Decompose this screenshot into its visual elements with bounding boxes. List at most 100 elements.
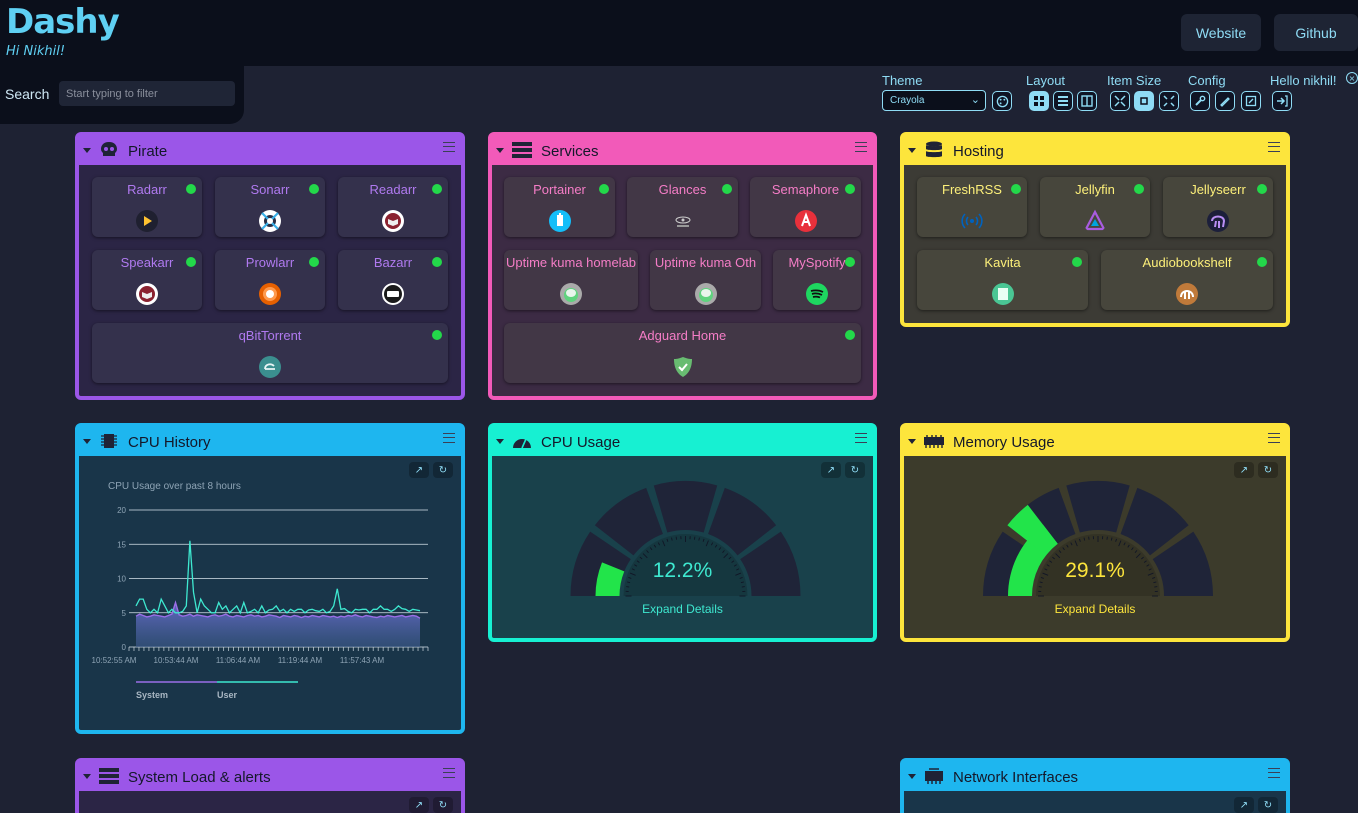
item-uptime-kuma-homelab[interactable]: Uptime kuma homelab [504, 250, 638, 310]
item-portainer[interactable]: Portainer [504, 177, 615, 237]
section-header[interactable]: Network Interfaces [904, 762, 1286, 791]
pencil-icon[interactable] [1215, 91, 1235, 111]
section-menu-icon[interactable] [1268, 433, 1280, 443]
section-header[interactable]: Memory Usage [904, 427, 1286, 456]
size-large-icon[interactable] [1159, 91, 1179, 111]
section-header[interactable]: CPU History [79, 427, 461, 456]
x-tick-label: 11:19:44 AM [278, 656, 323, 665]
collapse-icon[interactable] [83, 439, 91, 444]
item-kavita[interactable]: Kavita [917, 250, 1088, 310]
github-link[interactable]: Github [1274, 14, 1358, 51]
item-bazarr[interactable]: Bazarr [338, 250, 448, 310]
open-external-icon[interactable]: ↗ [409, 797, 429, 813]
edit-config-icon[interactable] [1241, 91, 1261, 111]
section-title: Network Interfaces [953, 769, 1079, 786]
item-glances[interactable]: Glances [627, 177, 738, 237]
status-dot [309, 257, 319, 267]
item-audiobookshelf[interactable]: Audiobookshelf [1101, 250, 1273, 310]
jellyfin-icon [1084, 209, 1106, 231]
refresh-icon[interactable]: ↻ [433, 797, 453, 813]
refresh-icon[interactable]: ↻ [1258, 797, 1278, 813]
widget-tools: ↗ ↻ [409, 797, 453, 813]
y-tick-label: 15 [117, 540, 126, 549]
item-qbittorrent[interactable]: qBitTorrent [92, 323, 448, 383]
website-link[interactable]: Website [1181, 14, 1261, 51]
status-dot [1257, 184, 1267, 194]
item-readarr[interactable]: Readarr [338, 177, 448, 237]
wrench-icon[interactable] [1190, 91, 1210, 111]
radarr-icon [136, 210, 158, 232]
jellyseerr-icon [1207, 210, 1229, 232]
theme-select[interactable]: Crayola ⌄ [882, 90, 986, 111]
size-small-icon[interactable] [1110, 91, 1130, 111]
search-input[interactable] [59, 81, 235, 106]
collapse-icon[interactable] [908, 439, 916, 444]
section-memory-usage: Memory Usage ↗ ↻ 29.1% Expand Details [900, 423, 1290, 642]
section-menu-icon[interactable] [855, 433, 867, 443]
section-header[interactable]: Pirate [79, 136, 461, 165]
logout-icon[interactable] [1272, 91, 1292, 111]
section-menu-icon[interactable] [443, 768, 455, 778]
item-speakarr[interactable]: Speakarr [92, 250, 202, 310]
section-menu-icon[interactable] [443, 433, 455, 443]
section-menu-icon[interactable] [1268, 142, 1280, 152]
status-dot [845, 184, 855, 194]
search-bar: Search [0, 66, 244, 124]
glances-icon [675, 216, 690, 227]
item-myspotify[interactable]: MySpotify [773, 250, 861, 310]
layout-auto-icon[interactable] [1029, 91, 1049, 111]
section-network: Network Interfaces ↗ ↻ [900, 758, 1290, 813]
item-jellyseerr[interactable]: Jellyseerr [1163, 177, 1273, 237]
top-bar: Dashy Hi Nikhil! Website Github [0, 0, 1358, 66]
section-header[interactable]: Services [492, 136, 873, 165]
kavita-icon [991, 283, 1014, 305]
collapse-icon[interactable] [496, 439, 504, 444]
config-label: Config [1188, 73, 1226, 88]
x-tick-label: 11:57:43 AM [340, 656, 385, 665]
legend-label[interactable]: User [217, 690, 238, 700]
section-title: CPU Usage [541, 434, 621, 451]
item-adguard-home[interactable]: Adguard Home [504, 323, 861, 383]
item-radarr[interactable]: Radarr [92, 177, 202, 237]
close-icon[interactable]: × [1346, 72, 1358, 84]
semaphore-icon [794, 210, 817, 232]
item-sonarr[interactable]: Sonarr [215, 177, 325, 237]
item-uptime-kuma-other[interactable]: Uptime kuma Oth [650, 250, 761, 310]
status-dot [432, 257, 442, 267]
gauge-segment [1066, 481, 1130, 533]
server-icon [99, 768, 119, 784]
status-dot [1257, 257, 1267, 267]
open-external-icon[interactable]: ↗ [1234, 797, 1254, 813]
size-medium-icon[interactable] [1134, 91, 1154, 111]
expand-details-link[interactable]: Expand Details [904, 602, 1286, 616]
qbittorrent-icon [259, 356, 281, 378]
item-freshrss[interactable]: FreshRSS [917, 177, 1027, 237]
layout-columns-icon[interactable] [1077, 91, 1097, 111]
section-menu-icon[interactable] [443, 142, 455, 152]
item-label: qBitTorrent [238, 328, 302, 343]
collapse-icon[interactable] [908, 774, 916, 779]
section-header[interactable]: Hosting [904, 136, 1286, 165]
item-label: Uptime kuma Oth [654, 255, 757, 270]
section-services: Services Portainer Glances Semaphore Upt… [488, 132, 877, 400]
section-header[interactable]: System Load & alerts [79, 762, 461, 791]
item-prowlarr[interactable]: Prowlarr [215, 250, 325, 310]
app-title[interactable]: Dashy [6, 2, 120, 42]
collapse-icon[interactable] [83, 774, 91, 779]
section-menu-icon[interactable] [855, 142, 867, 152]
item-semaphore[interactable]: Semaphore [750, 177, 861, 237]
gauge-value: 12.2% [652, 559, 713, 582]
database-icon [926, 141, 942, 158]
item-label: Kavita [984, 255, 1021, 270]
section-menu-icon[interactable] [1268, 768, 1280, 778]
palette-icon[interactable] [992, 91, 1012, 111]
collapse-icon[interactable] [496, 148, 504, 153]
expand-details-link[interactable]: Expand Details [492, 602, 873, 616]
collapse-icon[interactable] [83, 148, 91, 153]
collapse-icon[interactable] [908, 148, 916, 153]
item-jellyfin[interactable]: Jellyfin [1040, 177, 1150, 237]
section-header[interactable]: CPU Usage [492, 427, 873, 456]
legend-label[interactable]: System [136, 690, 168, 700]
item-label: Audiobookshelf [1142, 255, 1232, 270]
layout-list-icon[interactable] [1053, 91, 1073, 111]
